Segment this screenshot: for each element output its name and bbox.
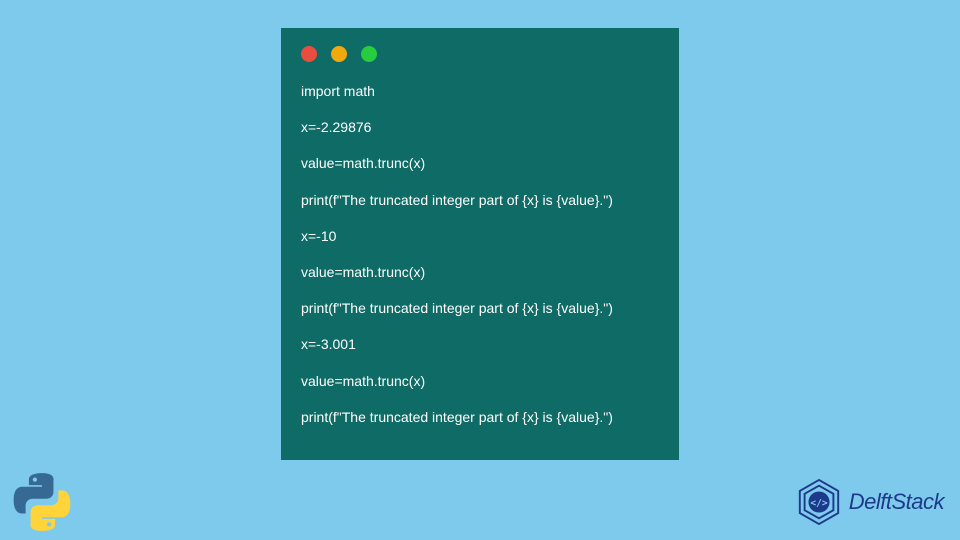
python-logo-icon xyxy=(12,472,72,532)
code-line: value=math.trunc(x) xyxy=(301,263,659,281)
window-controls xyxy=(301,46,659,62)
code-line: print(f"The truncated integer part of {x… xyxy=(301,191,659,209)
maximize-dot-icon xyxy=(361,46,377,62)
code-line: value=math.trunc(x) xyxy=(301,372,659,390)
brand-logo-icon: </> xyxy=(795,478,843,526)
brand-name: DelftStack xyxy=(849,489,944,515)
code-line: x=-2.29876 xyxy=(301,118,659,136)
code-block: import math x=-2.29876 value=math.trunc(… xyxy=(301,82,659,426)
code-line: print(f"The truncated integer part of {x… xyxy=(301,408,659,426)
code-line: import math xyxy=(301,82,659,100)
svg-text:</>: </> xyxy=(810,498,828,509)
code-line: x=-3.001 xyxy=(301,335,659,353)
close-dot-icon xyxy=(301,46,317,62)
code-line: print(f"The truncated integer part of {x… xyxy=(301,299,659,317)
brand: </> DelftStack xyxy=(795,478,944,526)
code-window: import math x=-2.29876 value=math.trunc(… xyxy=(281,28,679,460)
code-line: value=math.trunc(x) xyxy=(301,154,659,172)
minimize-dot-icon xyxy=(331,46,347,62)
code-line: x=-10 xyxy=(301,227,659,245)
